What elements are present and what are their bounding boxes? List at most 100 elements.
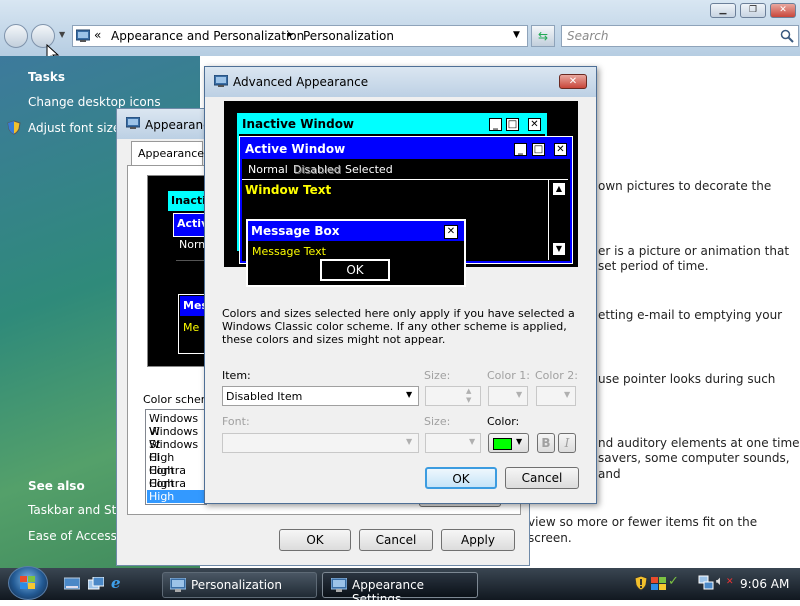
font-color-button[interactable]: ▼ [488,433,529,453]
advanced-appearance-title: Advanced Appearance [233,75,369,89]
preview-minimize-icon: _ [489,118,502,131]
italic-toggle[interactable]: I [558,433,576,453]
color2-label: Color 2: [535,369,578,382]
preview-message-title[interactable]: Message Box [251,224,340,238]
font-label: Font: [222,415,250,428]
preview-scrollbar[interactable]: ▲ ▼ [548,180,567,260]
start-button[interactable] [8,566,48,600]
ease-of-access-link[interactable]: Ease of Access [28,529,117,543]
network-icon[interactable] [698,575,714,591]
search-placeholder: Search [567,29,609,43]
maximize-button[interactable]: ❐ [740,3,766,18]
item-combo[interactable]: Disabled Item ▼ [222,386,419,406]
refresh-icon[interactable]: ⇆ [531,25,555,47]
control-panel-icon [76,29,90,42]
preview-ok-button[interactable]: OK [320,259,390,281]
classic-preview[interactable]: Inactive Window _ □ ✕ Active Window _ □ … [224,101,578,287]
scheme-item-selected[interactable]: High Contra [147,490,205,516]
chevron-down-icon: ▼ [406,437,413,446]
breadcrumb-separator[interactable]: ▸ [288,29,293,40]
advanced-appearance-dialog: Advanced Appearance ✕ Inactive Window _ … [204,66,597,504]
item-size-spinner[interactable]: ▲ ▼ [425,386,481,406]
scroll-down-icon: ▼ [552,242,566,256]
theme-desc-2: savers, some computer sounds, and [598,451,790,481]
item-label: Item: [222,369,251,382]
taskbar-personalization[interactable]: Personalization [162,572,317,598]
screen-saver-desc-1: er is a picture or animation that [598,244,790,258]
preview-maximize-icon: □ [532,143,545,156]
info-text: Colors and sizes selected here only appl… [222,307,575,346]
windows-logo-icon [20,576,35,589]
clock[interactable]: 9:06 AM [740,577,789,591]
preview-close-icon: ✕ [554,143,567,156]
advanced-ok-button[interactable]: OK [425,467,497,489]
control-panel-icon [170,578,186,592]
preview-inactive-title[interactable]: Inactive Window [242,117,354,131]
appearance-apply-button[interactable]: Apply [441,529,515,551]
item-combo-value: Disabled Item [226,390,303,403]
color-scheme-list[interactable]: Windows Vi Windows St Windows Cl High Co… [145,409,207,516]
chevron-down-icon: ▼ [469,437,476,446]
preview-message-box[interactable]: Message Box ✕ Message Text OK [246,219,466,287]
bold-toggle[interactable]: B [537,433,555,453]
font-combo[interactable]: ▼ [222,433,419,453]
taskbar-personalization-label: Personalization [191,578,282,592]
advanced-cancel-button[interactable]: Cancel [505,467,579,489]
volume-icon[interactable]: 🔈︎ [716,574,724,589]
address-bar[interactable]: « Appearance and Personalization ▸ Perso… [72,25,528,47]
security-shield-icon[interactable] [634,575,648,591]
desktop-background-desc: own pictures to decorate the [598,179,772,193]
close-button[interactable]: ✕ [559,74,587,89]
preview-menu-normal[interactable]: Normal [248,163,288,176]
defender-check-icon[interactable]: ✓ [668,574,679,589]
recent-pages-chevron-icon[interactable]: ▼ [59,30,65,39]
switch-windows-icon[interactable] [88,577,104,591]
preview-active-title[interactable]: Active Window [245,142,345,156]
address-dropdown-icon[interactable]: ▼ [513,30,520,40]
appearance-cancel-button[interactable]: Cancel [359,529,433,551]
appearance-ok-button[interactable]: OK [279,529,351,551]
color1-combo[interactable]: ▼ [488,386,528,406]
scheme-preview: Inactiv Activ Norm Mes Me [147,175,213,367]
preview-minimize-icon: _ [514,143,527,156]
preview-close-icon: ✕ [444,225,458,239]
breadcrumb-prefix[interactable]: « [94,28,101,42]
preview-menu-selected[interactable]: Selected [345,163,393,176]
font-size-label: Size: [424,415,451,428]
color2-combo[interactable]: ▼ [536,386,576,406]
spinner-up-icon: ▲ [466,387,472,395]
internet-explorer-icon[interactable]: e [111,575,127,591]
close-button[interactable]: ✕ [770,3,796,18]
search-input[interactable]: Search [561,25,799,47]
tasks-heading: Tasks [28,70,66,84]
uac-shield-icon [7,120,21,135]
windows-update-icon[interactable] [651,575,667,591]
breadcrumb-personalization[interactable]: Personalization [303,29,394,43]
chevron-down-icon: ▼ [564,390,571,399]
tab-appearance-label: Appearance [138,147,205,160]
adjust-font-size-link[interactable]: Adjust font size ( [28,121,129,135]
chevron-down-icon: ▼ [406,390,413,399]
show-desktop-icon[interactable] [64,577,80,591]
scroll-up-icon: ▲ [552,182,566,196]
preview-window-text[interactable]: Window Text [245,183,331,197]
tab-appearance[interactable]: Appearance [131,141,205,165]
font-color-swatch [493,438,512,450]
mute-indicator-icon: ✕ [726,577,734,587]
change-desktop-icons-link[interactable]: Change desktop icons [28,95,161,109]
taskbar-appearance-settings[interactable]: Appearance Settings [322,572,478,606]
color1-label: Color 1: [487,369,530,382]
preview-menu-disabled[interactable]: Disabled [293,163,341,176]
font-color-label: Color: [487,415,520,428]
font-size-combo[interactable]: ▼ [425,433,481,453]
preview-message-text[interactable]: Message Text [252,245,326,258]
search-icon[interactable] [780,29,794,43]
taskbar-start-menu-link[interactable]: Taskbar and Star [28,503,129,517]
chevron-down-icon: ▼ [516,390,523,399]
breadcrumb-appearance[interactable]: Appearance and Personalization [111,29,304,43]
back-button[interactable] [4,24,28,48]
chevron-down-icon: ▼ [516,437,523,446]
spinner-down-icon: ▼ [466,396,472,404]
minimize-button[interactable]: ▁ [710,3,736,18]
taskbar-appearance-settings-label: Appearance Settings [352,578,425,606]
